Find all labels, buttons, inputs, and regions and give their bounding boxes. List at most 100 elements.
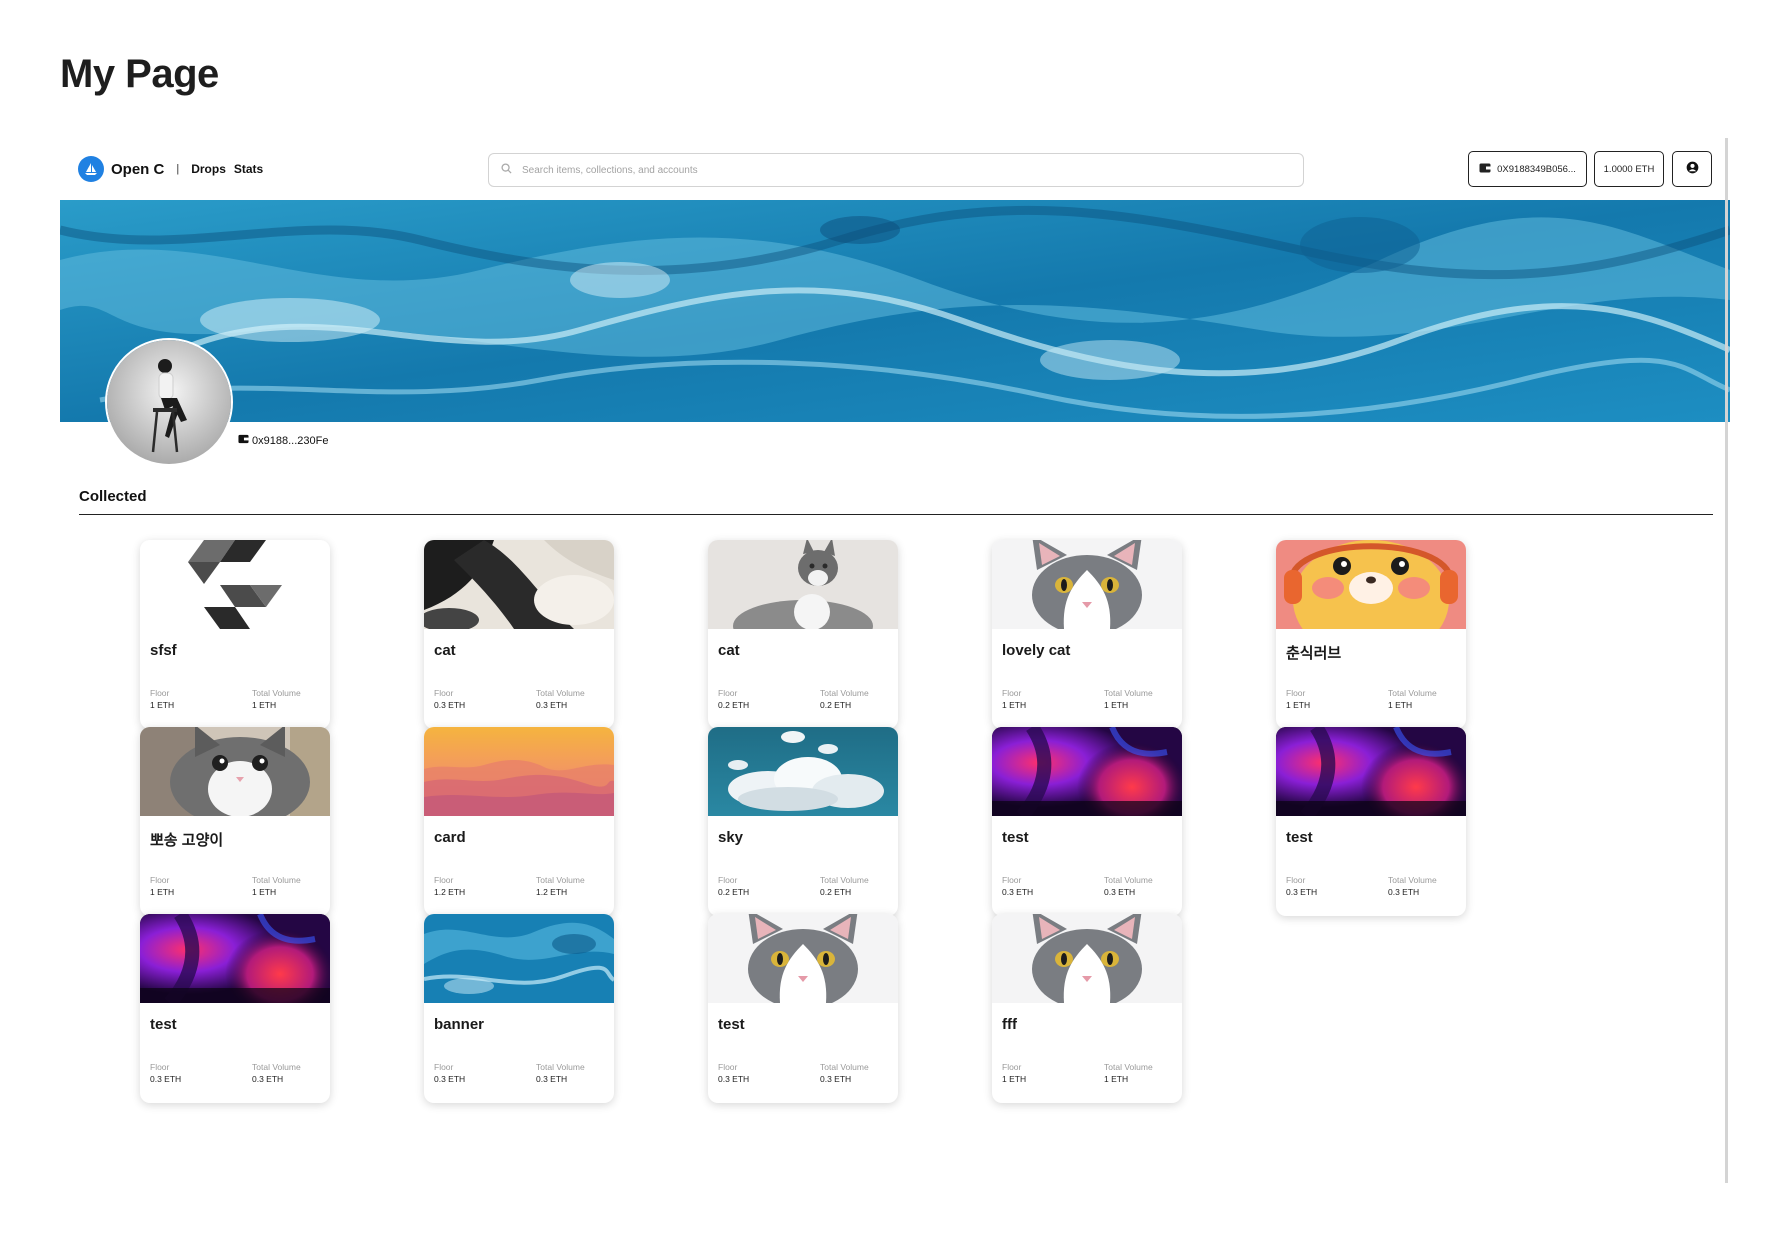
volume-stat: Total Volume 0.3 ETH xyxy=(252,1062,301,1084)
nft-card[interactable]: card Floor 1.2 ETH Total Volume 1.2 ETH xyxy=(424,727,614,916)
nft-card[interactable]: sky Floor 0.2 ETH Total Volume 0.2 ETH xyxy=(708,727,898,916)
floor-value: 0.3 ETH xyxy=(1286,887,1318,897)
nft-thumbnail xyxy=(424,727,614,816)
nft-name: test xyxy=(718,1016,745,1033)
search-input[interactable] xyxy=(522,164,1282,176)
nft-card[interactable]: cat Floor 0.3 ETH Total Volume 0.3 ETH xyxy=(424,540,614,729)
floor-label: Floor xyxy=(434,688,454,698)
nav-link-stats[interactable]: Stats xyxy=(234,162,263,176)
floor-label: Floor xyxy=(150,688,170,698)
floor-value: 0.2 ETH xyxy=(718,887,750,897)
floor-value: 1 ETH xyxy=(150,700,175,710)
floor-stat: Floor 0.3 ETH xyxy=(434,1062,465,1084)
volume-label: Total Volume xyxy=(252,1062,301,1072)
volume-stat: Total Volume 1 ETH xyxy=(252,875,301,897)
floor-value: 1 ETH xyxy=(1002,1074,1027,1084)
wallet-icon xyxy=(1479,163,1491,176)
brand-logo[interactable]: Open C | Drops Stats xyxy=(78,156,271,182)
volume-value: 0.3 ETH xyxy=(1104,887,1136,897)
boat-logo-icon xyxy=(78,156,104,182)
search-bar[interactable] xyxy=(488,153,1304,187)
volume-value: 0.3 ETH xyxy=(536,700,568,710)
volume-label: Total Volume xyxy=(1104,1062,1153,1072)
profile-button[interactable] xyxy=(1672,151,1712,187)
nft-name: card xyxy=(434,829,466,846)
nft-name: cat xyxy=(718,642,740,659)
nft-name: 뽀송 고양이 xyxy=(150,832,224,849)
volume-stat: Total Volume 1.2 ETH xyxy=(536,875,585,897)
nft-name: sfsf xyxy=(150,642,177,659)
user-circle-icon xyxy=(1686,161,1699,177)
volume-value: 1 ETH xyxy=(1104,1074,1129,1084)
volume-label: Total Volume xyxy=(536,1062,585,1072)
volume-value: 0.3 ETH xyxy=(252,1074,284,1084)
nft-card[interactable]: cat Floor 0.2 ETH Total Volume 0.2 ETH xyxy=(708,540,898,729)
volume-value: 1 ETH xyxy=(252,700,277,710)
floor-stat: Floor 1 ETH xyxy=(150,688,174,710)
floor-stat: Floor 0.3 ETH xyxy=(150,1062,181,1084)
balance-button[interactable]: 1.0000 ETH xyxy=(1594,151,1664,187)
nft-card[interactable]: lovely cat Floor 1 ETH Total Volume 1 ETH xyxy=(992,540,1182,729)
nft-name: test xyxy=(150,1016,177,1033)
nft-name: test xyxy=(1002,829,1029,846)
nft-card[interactable]: test Floor 0.3 ETH Total Volume 0.3 ETH xyxy=(140,914,330,1103)
floor-label: Floor xyxy=(150,875,170,885)
floor-value: 1 ETH xyxy=(1286,700,1311,710)
nft-thumbnail xyxy=(424,540,614,629)
floor-value: 0.3 ETH xyxy=(718,1074,750,1084)
balance-label: 1.0000 ETH xyxy=(1603,163,1655,175)
app-frame: Open C | Drops Stats 0X9188349B056... 1.… xyxy=(60,138,1730,1183)
floor-value: 0.3 ETH xyxy=(1002,887,1034,897)
volume-label: Total Volume xyxy=(536,875,585,885)
nft-card[interactable]: 뽀송 고양이 Floor 1 ETH Total Volume 1 ETH xyxy=(140,727,330,916)
scrollbar[interactable] xyxy=(1725,138,1728,1183)
nft-thumbnail xyxy=(708,914,898,1003)
nft-name: fff xyxy=(1002,1016,1017,1033)
floor-label: Floor xyxy=(718,688,738,698)
nft-name: sky xyxy=(718,829,744,846)
floor-label: Floor xyxy=(434,875,454,885)
floor-stat: Floor 1 ETH xyxy=(150,875,174,897)
floor-value: 0.3 ETH xyxy=(434,1074,466,1084)
nav-link-drops[interactable]: Drops xyxy=(191,162,226,176)
floor-stat: Floor 0.3 ETH xyxy=(1286,875,1317,897)
profile-banner xyxy=(60,200,1730,422)
nft-name: lovely cat xyxy=(1002,642,1071,659)
nft-card[interactable]: test Floor 0.3 ETH Total Volume 0.3 ETH xyxy=(1276,727,1466,916)
profile-avatar[interactable] xyxy=(105,338,233,466)
nft-thumbnail xyxy=(708,727,898,816)
nft-card[interactable]: test Floor 0.3 ETH Total Volume 0.3 ETH xyxy=(992,727,1182,916)
wallet-address-label: 0X9188349B056... xyxy=(1497,163,1576,175)
nft-name: banner xyxy=(434,1016,485,1033)
floor-label: Floor xyxy=(1286,688,1306,698)
volume-stat: Total Volume 0.2 ETH xyxy=(820,688,869,710)
volume-value: 1 ETH xyxy=(1104,700,1129,710)
volume-value: 1 ETH xyxy=(252,887,277,897)
nft-name: test xyxy=(1286,829,1313,846)
profile-address[interactable]: 0x9188...230Fe xyxy=(238,434,328,447)
nft-card[interactable]: 춘식러브 Floor 1 ETH Total Volume 1 ETH xyxy=(1276,540,1466,729)
floor-label: Floor xyxy=(718,1062,738,1072)
volume-stat: Total Volume 1 ETH xyxy=(1104,688,1153,710)
volume-value: 0.3 ETH xyxy=(1388,887,1420,897)
volume-value: 0.2 ETH xyxy=(820,887,852,897)
volume-label: Total Volume xyxy=(1388,875,1437,885)
nft-card[interactable]: sfsf Floor 1 ETH Total Volume 1 ETH xyxy=(140,540,330,729)
floor-value: 1 ETH xyxy=(1002,700,1027,710)
nft-card[interactable]: banner Floor 0.3 ETH Total Volume 0.3 ETH xyxy=(424,914,614,1103)
nft-thumbnail xyxy=(708,540,898,629)
nft-card[interactable]: fff Floor 1 ETH Total Volume 1 ETH xyxy=(992,914,1182,1103)
volume-label: Total Volume xyxy=(1104,688,1153,698)
floor-label: Floor xyxy=(1286,875,1306,885)
floor-stat: Floor 0.3 ETH xyxy=(1002,875,1033,897)
nav-separator: | xyxy=(176,163,180,175)
nft-thumbnail xyxy=(992,727,1182,816)
nft-card[interactable]: test Floor 0.3 ETH Total Volume 0.3 ETH xyxy=(708,914,898,1103)
volume-label: Total Volume xyxy=(536,688,585,698)
volume-value: 1.2 ETH xyxy=(536,887,568,897)
collected-heading: Collected xyxy=(79,488,147,505)
wallet-button[interactable]: 0X9188349B056... xyxy=(1468,151,1587,187)
volume-stat: Total Volume 0.2 ETH xyxy=(820,875,869,897)
brand-name: Open C xyxy=(111,160,165,178)
nft-thumbnail xyxy=(1276,540,1466,629)
